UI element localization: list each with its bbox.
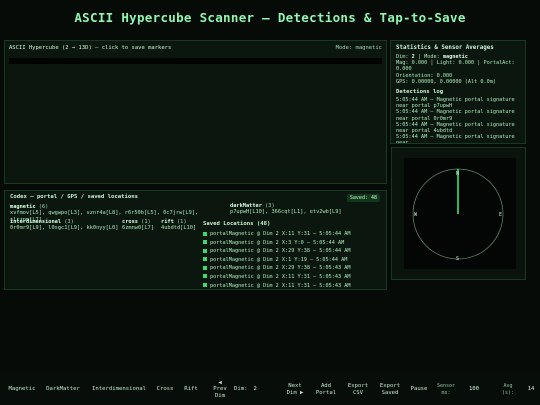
- group-name: magnetic: [10, 204, 36, 210]
- cross-button[interactable]: Cross: [154, 374, 176, 405]
- statistics-panel: Statistics & Sensor Averages Dim: 2 | Mo…: [390, 40, 526, 144]
- dim-field-label: Dim:: [234, 386, 248, 393]
- saved-location-item[interactable]: portalMagnetic @ Dim 2 X:1 Y:19 — 5:05:4…: [203, 256, 383, 265]
- saved-location-text: portalMagnetic @ Dim 2 X:11 Y:31 — 5:05:…: [210, 282, 351, 289]
- group-count: (3): [64, 219, 74, 225]
- export-saved-label-2: Saved: [381, 389, 399, 396]
- export-csv-button[interactable]: Export CSV: [344, 374, 372, 405]
- rift-button[interactable]: Rift: [180, 374, 202, 405]
- codex-group-rift: rift (1) 4ubdtd[L10]: [161, 219, 205, 232]
- green-square-icon: [203, 240, 207, 245]
- saved-location-text: portalMagnetic @ Dim 2 X:11 Y:31 — 5:05:…: [210, 273, 351, 280]
- green-square-icon: [203, 265, 207, 270]
- group-count: (1): [141, 219, 151, 225]
- mode-value: magnetic: [442, 54, 468, 60]
- sensor-ms-value: 100: [468, 386, 480, 393]
- next-dim-label-2: Dim ▶: [286, 389, 304, 396]
- bottom-toolbar: Magnetic DarkMatter Interdimensional Cro…: [0, 374, 540, 405]
- avg-seconds-label: Avg (s):: [500, 374, 516, 405]
- log-entry: 5:05:44 AM — Magnetic portal signature n…: [396, 121, 515, 135]
- group-count: (3): [265, 203, 275, 209]
- compass-e: E: [499, 212, 502, 218]
- green-square-icon: [203, 231, 207, 236]
- hypercube-panel[interactable]: ASCII Hypercube (2 → 13D) — click to sav…: [4, 40, 387, 184]
- statistics-title: Statistics & Sensor Averages: [396, 45, 494, 51]
- saved-location-item[interactable]: portalMagnetic @ Dim 2 X:11 Y:31 — 5:05:…: [203, 230, 383, 239]
- hypercube-canvas-strip[interactable]: [9, 58, 382, 64]
- hypercube-header: ASCII Hypercube (2 → 13D) — click to sav…: [9, 45, 172, 51]
- avg-label-2: (s):: [501, 389, 515, 396]
- compass-panel: N E S W: [391, 147, 526, 280]
- next-dim-button[interactable]: Next Dim ▶: [283, 374, 307, 405]
- saved-location-item[interactable]: portalMagnetic @ Dim 2 X:29 Y:38 — 5:05:…: [203, 264, 383, 273]
- saved-location-text: portalMagnetic @ Dim 2 X:3 Y:0 — 5:05:44…: [210, 239, 345, 246]
- saved-location-item[interactable]: portalMagnetic @ Dim 2 X:11 Y:31 — 5:05:…: [203, 273, 383, 282]
- darkmatter-button[interactable]: DarkMatter: [42, 374, 84, 405]
- compass-w: W: [414, 212, 418, 218]
- log-entry: 5:05:44 AM — Magnetic portal signature n…: [396, 134, 515, 144]
- dim-field-value[interactable]: 2: [253, 386, 256, 392]
- pause-button[interactable]: Pause: [407, 374, 431, 405]
- codex-group-cross: cross (1) 6zmnw0[L7]: [122, 219, 162, 232]
- saved-count-badge: Saved: 48: [346, 194, 380, 202]
- group-count: (1): [176, 219, 187, 225]
- saved-location-item[interactable]: portalMagnetic @ Dim 2 X:3 Y:0 — 5:05:44…: [203, 239, 383, 248]
- codex-title: Codex — portal / GPS / saved locations: [10, 194, 138, 200]
- add-portal-button[interactable]: Add Portal: [312, 374, 340, 405]
- compass-display: N E S W: [404, 158, 516, 269]
- prev-dim-label-2: Dim: [214, 392, 226, 399]
- mag-light-line: Mag: 0.000 | Light: 0.000 | PortalAct:: [396, 60, 515, 67]
- sensor-ms-label: Sensor ms:: [434, 374, 458, 405]
- saved-locations-list: Saved Locations (48) portalMagnetic @ Di…: [203, 221, 383, 290]
- export-saved-button[interactable]: Export Saved: [376, 374, 404, 405]
- group-name: darkMatter: [230, 203, 262, 209]
- magnetic-button[interactable]: Magnetic: [4, 374, 40, 405]
- compass-n: N: [456, 171, 459, 177]
- group-name: rift: [161, 219, 174, 225]
- prev-dim-button[interactable]: ◀ Prev Dim: [208, 374, 232, 405]
- dim-field: Dim: 2: [234, 374, 282, 405]
- mode-indicator: Mode: magnetic: [335, 45, 382, 51]
- saved-location-text: portalMagnetic @ Dim 2 X:29 Y:38 — 5:05:…: [210, 248, 351, 255]
- codex-group-darkmatter: darkMatter (3) p7upwH[L10], 366cqt[L1], …: [230, 203, 380, 216]
- saved-location-item[interactable]: portalMagnetic @ Dim 2 X:11 Y:31 — 5:05:…: [203, 282, 383, 291]
- export-csv-label-2: CSV: [352, 389, 364, 396]
- interdimensional-button[interactable]: Interdimensional: [86, 374, 152, 405]
- gps-line: GPS: 0.00000, 0.00000 (Alt 0.0m): [396, 78, 496, 85]
- group-items: p7upwH[L10], 366cqt[L1], etv2wb[L9]: [230, 209, 342, 216]
- sensor-label-2: ms:: [441, 389, 451, 396]
- codex-panel: Codex — portal / GPS / saved locations S…: [4, 190, 387, 290]
- log-entry: 5:05:44 AM — Magnetic portal signature n…: [396, 109, 515, 122]
- group-name: cross: [122, 219, 138, 225]
- page-title: ASCII Hypercube Scanner — Detections & T…: [74, 10, 466, 25]
- saved-locations-title: Saved Locations (48): [203, 221, 271, 227]
- green-square-icon: [203, 274, 207, 279]
- sensor-ms-input[interactable]: 100: [462, 374, 486, 405]
- avg-seconds-input[interactable]: 14: [524, 374, 538, 405]
- detections-log-title: Detections log: [396, 89, 444, 96]
- saved-location-item[interactable]: portalMagnetic @ Dim 2 X:29 Y:38 — 5:05:…: [203, 247, 383, 256]
- green-square-icon: [203, 283, 207, 288]
- saved-location-text: portalMagnetic @ Dim 2 X:1 Y:19 — 5:05:4…: [210, 256, 348, 263]
- saved-location-text: portalMagnetic @ Dim 2 X:11 Y:31 — 5:05:…: [210, 231, 351, 237]
- avg-seconds-value: 14: [527, 386, 535, 393]
- group-items: 0r0mr9[L9], l0sgc1[L9], kk0nyy[L0]: [10, 225, 119, 232]
- mode-label: | Mode:: [417, 54, 440, 60]
- compass-svg: N E S W: [412, 168, 504, 262]
- codex-group-interdimensional: interdimensional (3) 0r0mr9[L9], l0sgc1[…: [10, 219, 120, 232]
- group-name: interdimensional: [10, 219, 62, 225]
- dim-value: 2: [411, 54, 415, 60]
- group-items: 4ubdtd[L10]: [161, 225, 197, 232]
- add-portal-label-2: Portal: [315, 389, 337, 396]
- saved-location-text: portalMagnetic @ Dim 2 X:29 Y:38 — 5:05:…: [210, 265, 351, 272]
- group-count: (6): [38, 204, 49, 210]
- group-items: 6zmnw0[L7]: [122, 225, 154, 232]
- green-square-icon: [203, 257, 207, 262]
- compass-s: S: [456, 256, 459, 262]
- dim-label: Dim:: [396, 54, 409, 60]
- log-entry: 5:05:44 AM — Magnetic portal signature n…: [396, 97, 515, 110]
- green-square-icon: [203, 248, 207, 253]
